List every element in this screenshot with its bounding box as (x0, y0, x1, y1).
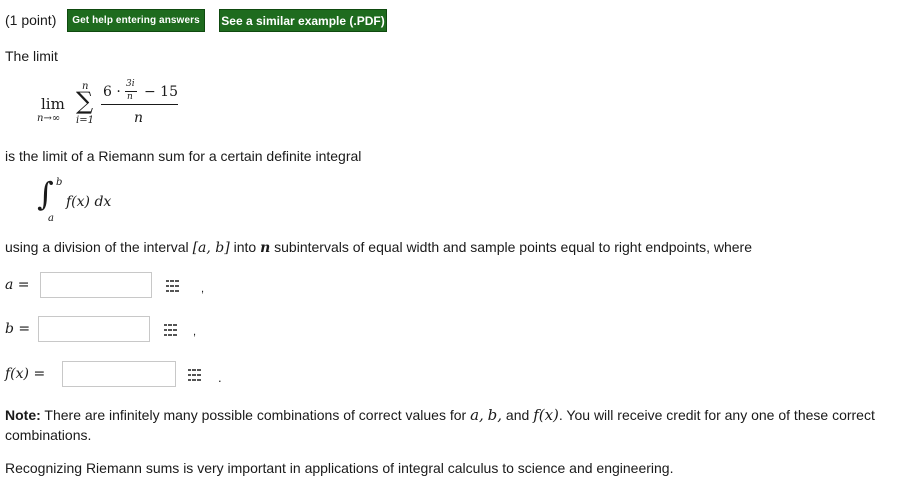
note-text-3: combinations. (5, 427, 92, 443)
note-text-1: There are infinitely many possible combi… (40, 407, 471, 423)
riemann-sentence: is the limit of a Riemann sum for a cert… (5, 148, 362, 164)
note-text-2: . You will receive credit for any one of… (558, 407, 875, 423)
sum-lower-limit: i=1 (76, 115, 94, 126)
integrand: f(x) dx (66, 194, 112, 210)
numerator-coefficient: 6 · (103, 84, 121, 100)
integral-lower-limit: a (48, 213, 54, 224)
a-label: a = (5, 277, 30, 293)
note-var-a: a, (470, 406, 484, 424)
note-var-f: f(x) (533, 406, 559, 424)
main-denominator: n (134, 110, 144, 126)
points-label: (1 point) (5, 12, 57, 28)
note-paragraph: Note: There are infinitely many possible… (5, 405, 905, 445)
integral-upper-limit: b (56, 177, 63, 188)
minus-constant: − 15 (144, 84, 178, 100)
fx-label: f(x) = (5, 366, 46, 382)
note-var-b: b, (487, 406, 503, 424)
similar-example-button[interactable]: See a similar example (.PDF) (219, 9, 387, 32)
b-answer-input[interactable] (38, 316, 150, 342)
interval-sentence-part1: using a division of the interval (5, 239, 193, 255)
note-and: and (502, 407, 534, 423)
b-punctuation: , (193, 326, 197, 338)
lim-symbol: lim (41, 95, 65, 113)
interval-notation: [a, b] (192, 240, 230, 256)
lim-subscript: n→∞ (37, 113, 61, 124)
equation-editor-icon[interactable] (165, 280, 179, 292)
equation-editor-icon[interactable] (163, 324, 177, 336)
interval-sentence-part2: into (229, 239, 261, 255)
intro-text: The limit (5, 48, 58, 64)
note-label: Note: (5, 407, 41, 423)
a-punctuation: , (201, 283, 205, 295)
interval-sentence-part3: subintervals of equal width and sample p… (270, 239, 752, 255)
sigma-symbol: ∑ (76, 87, 94, 115)
main-fraction-bar (101, 104, 178, 105)
n-variable: n (260, 240, 271, 256)
inner-denominator: n (127, 92, 133, 102)
b-label: b = (5, 321, 31, 337)
fx-answer-input[interactable] (62, 361, 176, 387)
fx-punctuation: . (218, 370, 222, 385)
help-entering-answers-button[interactable]: Get help entering answers (67, 9, 205, 32)
interval-sentence: using a division of the interval [a, b] … (5, 239, 752, 256)
integral-symbol: ∫ (37, 175, 54, 213)
equation-editor-icon[interactable] (187, 369, 201, 381)
footer-text: Recognizing Riemann sums is very importa… (5, 460, 674, 476)
inner-numerator: 3i (126, 79, 135, 89)
a-answer-input[interactable] (40, 272, 152, 298)
